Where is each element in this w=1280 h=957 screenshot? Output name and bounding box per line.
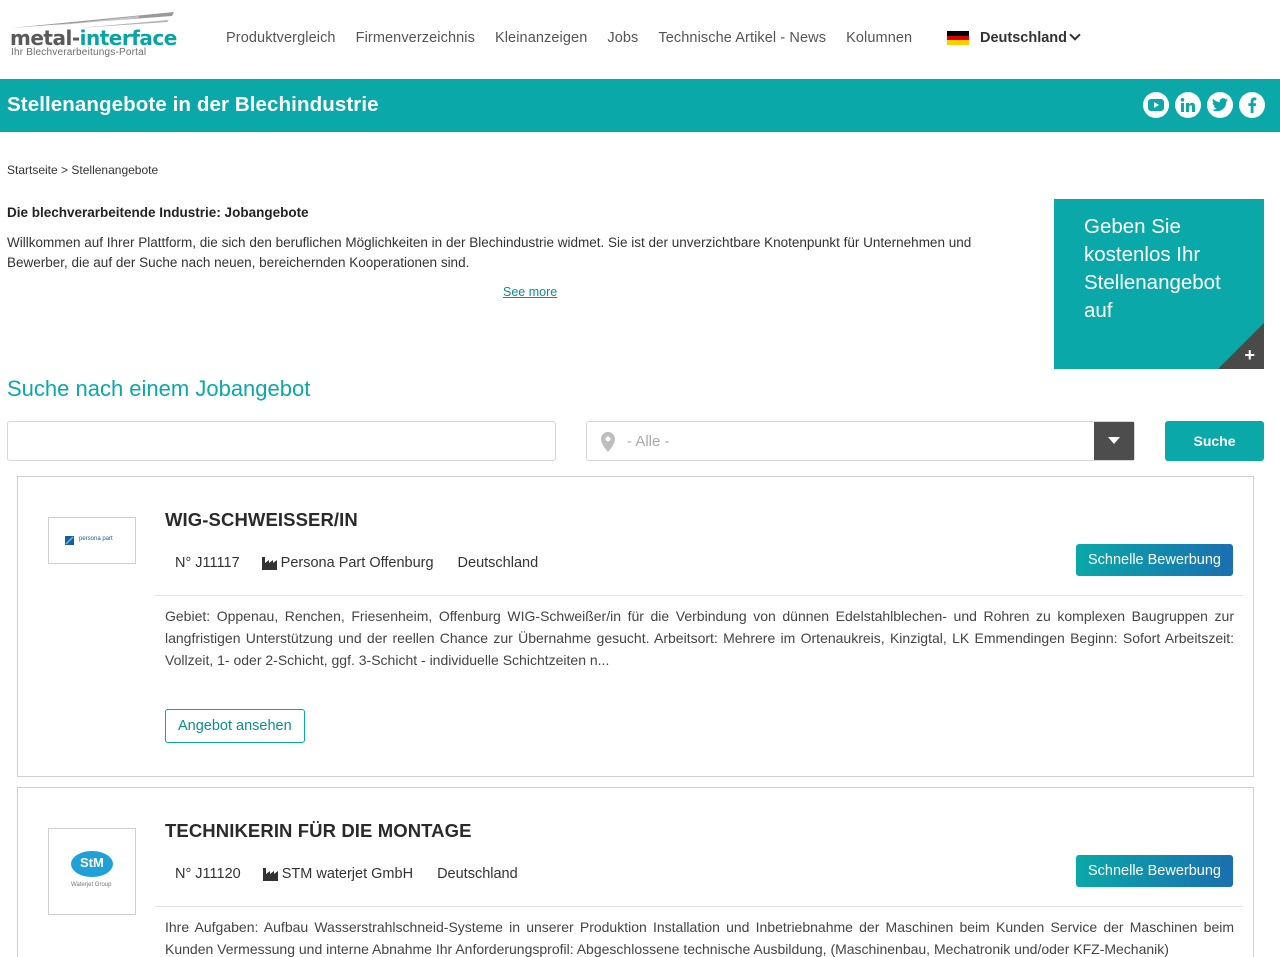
company-name: STM waterjet GmbH bbox=[281, 866, 414, 882]
divider bbox=[155, 595, 1243, 596]
job-meta: N° J11120 STM waterjet GmbH Deutschland bbox=[175, 866, 518, 882]
page-title-band: Stellenangebote in der Blechindustrie bbox=[0, 79, 1280, 132]
job-description: Gebiet: Oppenau, Renchen, Friesenheim, O… bbox=[165, 608, 1234, 668]
see-more-link[interactable]: See more bbox=[503, 285, 557, 299]
breadcrumb-separator: > bbox=[61, 163, 69, 177]
stm-logo-icon bbox=[71, 851, 113, 877]
keyword-search-input[interactable] bbox=[7, 421, 556, 461]
top-header: metal-interface Ihr Blechverarbeitungs-P… bbox=[0, 0, 1280, 79]
nav-kleinanzeigen[interactable]: Kleinanzeigen bbox=[495, 30, 587, 46]
job-title[interactable]: TECHNIKERIN FÜR DIE MONTAGE bbox=[165, 820, 472, 842]
nav-jobs[interactable]: Jobs bbox=[607, 30, 638, 46]
social-links bbox=[1143, 92, 1265, 118]
facebook-icon[interactable] bbox=[1239, 92, 1265, 118]
plus-icon: + bbox=[1244, 345, 1255, 365]
job-meta: N° J11117 Persona Part Offenburg Deutsch… bbox=[175, 555, 538, 571]
map-pin-icon bbox=[601, 432, 615, 452]
post-job-promo[interactable]: Geben Sie kostenlos Ihr Stellenangebot a… bbox=[1054, 199, 1264, 369]
job-company: Persona Part Offenburg bbox=[261, 555, 434, 571]
divider bbox=[155, 906, 1243, 907]
company-logo-subtext: Waterjet Group bbox=[71, 882, 112, 888]
country-selector[interactable]: Deutschland bbox=[947, 29, 1081, 46]
country-label: Deutschland bbox=[980, 30, 1068, 46]
logo-tagline: Ihr Blechverarbeitungs-Portal bbox=[11, 47, 147, 58]
job-number: N° J11117 bbox=[175, 555, 240, 571]
page-title: Stellenangebote in der Blechindustrie bbox=[7, 93, 379, 116]
promo-corner bbox=[1218, 323, 1264, 369]
factory-icon bbox=[261, 556, 277, 570]
breadcrumb-current: Stellenangebote bbox=[71, 163, 159, 177]
breadcrumb-home[interactable]: Startseite bbox=[7, 163, 58, 177]
job-number: N° J11120 bbox=[175, 866, 241, 882]
dropdown-arrow-icon[interactable] bbox=[1094, 422, 1134, 460]
company-logo-text: StM bbox=[80, 855, 104, 870]
nav-firmenverzeichnis[interactable]: Firmenverzeichnis bbox=[356, 30, 475, 46]
location-select[interactable]: - Alle - bbox=[586, 421, 1135, 461]
company-name: Persona Part Offenburg bbox=[280, 555, 434, 571]
nav-produktvergleich[interactable]: Produktvergleich bbox=[226, 30, 336, 46]
nav-technische-artikel[interactable]: Technische Artikel - News bbox=[658, 30, 826, 46]
factory-icon bbox=[262, 867, 278, 881]
nav-kolumnen[interactable]: Kolumnen bbox=[846, 30, 912, 46]
youtube-icon[interactable] bbox=[1143, 92, 1169, 118]
job-title[interactable]: WIG-SCHWEISSER/IN bbox=[165, 509, 358, 531]
germany-flag-icon bbox=[947, 31, 969, 46]
company-logo[interactable]: StM Waterjet Group bbox=[48, 828, 136, 915]
job-card: persona part WIG-SCHWEISSER/IN N° J11117… bbox=[17, 476, 1254, 777]
chevron-down-icon bbox=[1069, 29, 1081, 41]
quick-apply-button[interactable]: Schnelle Bewerbung bbox=[1075, 544, 1233, 576]
promo-text: Geben Sie kostenlos Ihr Stellenangebot a… bbox=[1084, 215, 1221, 322]
job-company: STM waterjet GmbH bbox=[262, 866, 414, 882]
intro-heading: Die blechverarbeitende Industrie: Jobang… bbox=[7, 205, 309, 220]
breadcrumb: Startseite > Stellenangebote bbox=[7, 163, 158, 177]
search-button[interactable]: Suche bbox=[1165, 421, 1264, 461]
job-country: Deutschland bbox=[437, 866, 518, 882]
job-country: Deutschland bbox=[457, 555, 539, 571]
location-value: - Alle - bbox=[627, 433, 670, 450]
quick-apply-button[interactable]: Schnelle Bewerbung bbox=[1075, 855, 1233, 887]
company-logo-text: persona part bbox=[79, 536, 113, 542]
company-logo[interactable]: persona part bbox=[48, 517, 136, 564]
site-logo[interactable]: metal-interface Ihr Blechverarbeitungs-P… bbox=[9, 10, 179, 62]
main-nav: Produktvergleich Firmenverzeichnis Klein… bbox=[226, 30, 932, 46]
view-offer-button[interactable]: Angebot ansehen bbox=[165, 709, 305, 743]
intro-text: Willkommen auf Ihrer Plattform, die sich… bbox=[7, 235, 972, 270]
twitter-icon[interactable] bbox=[1207, 92, 1233, 118]
search-heading: Suche nach einem Jobangebot bbox=[7, 376, 311, 401]
job-description: Ihre Aufgaben: Aufbau Wasserstrahlschnei… bbox=[165, 919, 1234, 957]
job-card: StM Waterjet Group TECHNIKERIN FÜR DIE M… bbox=[17, 787, 1254, 957]
linkedin-icon[interactable] bbox=[1175, 92, 1201, 118]
